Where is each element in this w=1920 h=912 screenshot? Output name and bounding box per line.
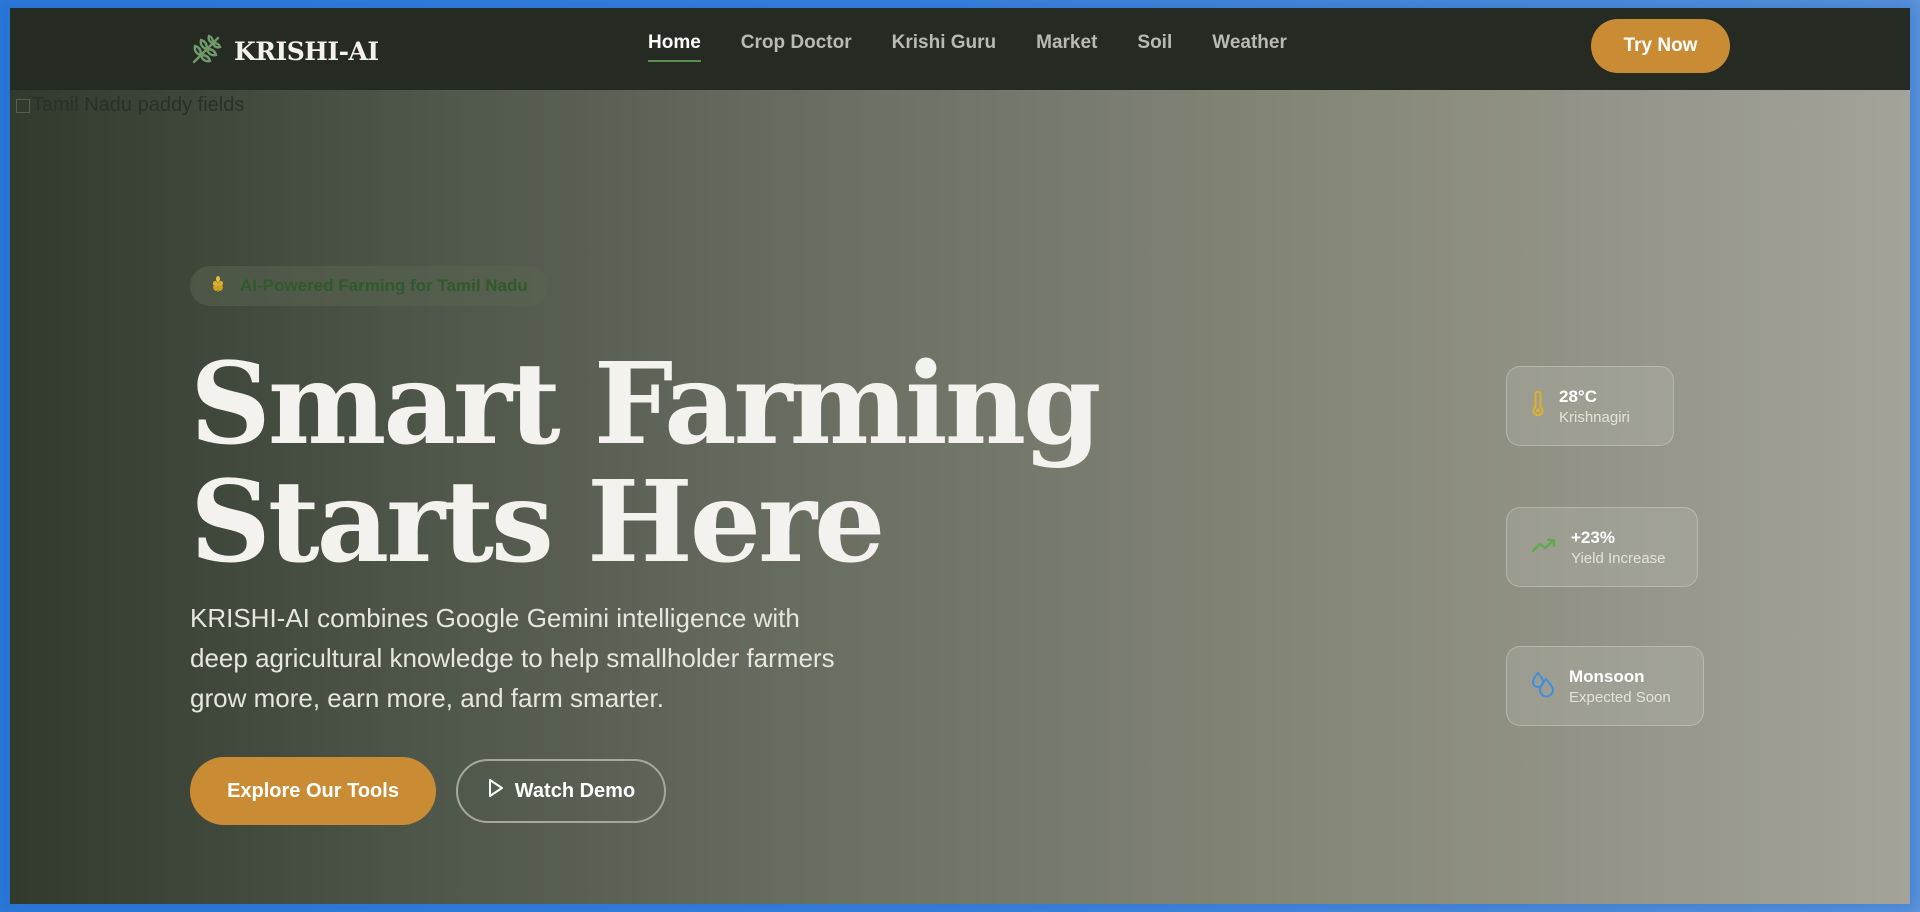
stat-text: Monsoon Expected Soon (1569, 667, 1671, 706)
hero-badge-text: AI-Powered Farming for Tamil Nadu (240, 276, 528, 295)
headline-line-2: Starts Here (190, 457, 885, 588)
thermometer-icon (1531, 390, 1545, 422)
stat-card-monsoon: Monsoon Expected Soon (1506, 646, 1704, 726)
explore-tools-button[interactable]: Explore Our Tools (190, 757, 436, 825)
stat-text: +23% Yield Increase (1571, 528, 1666, 567)
nav-weather[interactable]: Weather (1212, 32, 1287, 62)
hero-image-broken: Tamil Nadu paddy fields (16, 94, 244, 117)
trending-up-icon (1531, 536, 1557, 559)
wheat-icon (210, 275, 226, 298)
landing-page: KRISHI-AI Home Crop Doctor Krishi Guru M… (10, 8, 1910, 904)
headline-line-1: Smart Farming (190, 339, 1101, 470)
try-now-button[interactable]: Try Now (1591, 19, 1730, 73)
hero-subtext: KRISHI-AI combines Google Gemini intelli… (190, 603, 835, 713)
hero-badge: AI-Powered Farming for Tamil Nadu (190, 266, 548, 306)
logo[interactable]: KRISHI-AI (190, 32, 379, 71)
stat-text: 28°C Krishnagiri (1559, 387, 1630, 426)
nav-krishi-guru[interactable]: Krishi Guru (892, 32, 997, 62)
stat-value: Monsoon (1569, 666, 1645, 686)
top-navbar: KRISHI-AI Home Crop Doctor Krishi Guru M… (10, 8, 1910, 90)
stat-label: Krishnagiri (1559, 408, 1630, 426)
stat-label: Expected Soon (1569, 688, 1671, 706)
stat-value: +23% (1571, 527, 1615, 547)
stat-value: 28°C (1559, 386, 1597, 406)
watch-demo-label: Watch Demo (514, 779, 636, 802)
stat-card-yield: +23% Yield Increase (1506, 507, 1698, 587)
brand-name: KRISHI-AI (234, 37, 379, 66)
broken-image-icon (16, 98, 30, 113)
nav-links: Home Crop Doctor Krishi Guru Market Soil… (648, 32, 1287, 62)
nav-crop-doctor[interactable]: Crop Doctor (741, 32, 852, 62)
stat-card-temperature: 28°C Krishnagiri (1506, 366, 1674, 446)
hero-headline: Smart Farming Starts Here (190, 339, 1101, 588)
play-icon (487, 778, 505, 804)
watch-demo-button[interactable]: Watch Demo (456, 759, 666, 823)
nav-soil[interactable]: Soil (1137, 32, 1172, 62)
stat-label: Yield Increase (1571, 549, 1666, 567)
nav-home[interactable]: Home (648, 32, 701, 62)
droplets-icon (1531, 670, 1555, 703)
wheat-logo-icon (190, 32, 224, 71)
hero-image-alt-text: Tamil Nadu paddy fields (32, 94, 245, 116)
nav-market[interactable]: Market (1036, 32, 1097, 62)
